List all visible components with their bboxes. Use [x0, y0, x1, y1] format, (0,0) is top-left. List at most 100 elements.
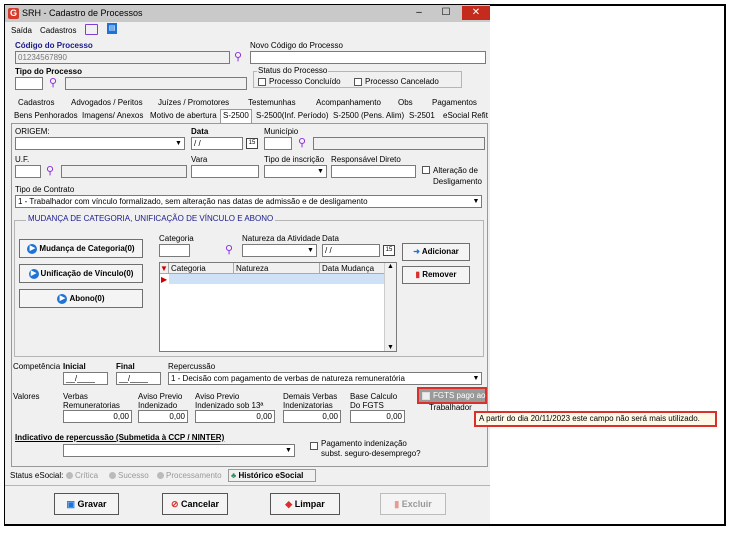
search-icon[interactable]: ⚲: [47, 77, 59, 89]
pagamento-label: Pagamento indenização subst. seguro-dese…: [321, 439, 421, 458]
cancelado-checkbox[interactable]: [354, 78, 362, 86]
tab-advogados[interactable]: Advogados / Peritos: [69, 97, 145, 109]
uf-desc: [61, 165, 187, 178]
remover-label: Remover: [422, 270, 457, 279]
verbas-label: Verbas Remuneratorias: [63, 392, 120, 410]
historico-esocial-button[interactable]: ♣ Histórico eSocial: [228, 469, 316, 482]
data-label: Data: [191, 127, 209, 136]
final-label: Final: [116, 362, 135, 371]
aviso13-field[interactable]: 0,00: [195, 410, 275, 423]
concluido-checkbox[interactable]: [258, 78, 266, 86]
chevron-down-icon: ▼: [173, 138, 184, 149]
tipo-contrato-label: Tipo de Contrato: [15, 185, 75, 194]
gravar-button[interactable]: ▣ Gravar: [54, 493, 119, 515]
final-field[interactable]: __/____: [116, 372, 161, 385]
indicativo-select[interactable]: ▼: [63, 444, 295, 457]
cancel-icon: ⊘: [170, 499, 179, 509]
tipo-contrato-select[interactable]: 1 - Trabalhador com vínculo formalizado,…: [15, 195, 482, 208]
natureza-label: Natureza da Atividade: [242, 234, 321, 243]
tab-cadastros[interactable]: Cadastros: [16, 97, 56, 109]
tab-pagamentos[interactable]: Pagamentos: [430, 97, 479, 109]
tipo-processo-label: Tipo do Processo: [15, 67, 82, 76]
competencia-label: Competência: [13, 362, 61, 371]
mudanca-categoria-button[interactable]: ▶ Mudança de Categoria(0): [19, 239, 143, 258]
tab-juizes[interactable]: Juízes / Promotores: [156, 97, 231, 109]
novo-codigo-field[interactable]: [250, 51, 486, 64]
tab-s2500-pens[interactable]: S-2500 (Pens. Alim): [331, 110, 406, 122]
tabs-row-2: Bens Penhorados Imagens/ Anexos Motivo d…: [5, 109, 490, 123]
tab-motivo[interactable]: Motivo de abertura: [148, 110, 219, 122]
unificacao-vinculo-button[interactable]: ▶ Unificação de Vínculo(0): [19, 264, 143, 283]
repercussao-select[interactable]: 1 - Decisão com pagamento de verbas de n…: [168, 372, 482, 385]
tipo-processo-code[interactable]: [15, 77, 43, 90]
alteracao-checkbox[interactable]: [422, 166, 430, 174]
mudanca-data-field[interactable]: / /: [322, 244, 380, 257]
tab-s2501[interactable]: S-2501: [407, 110, 437, 122]
search-icon[interactable]: ⚲: [296, 137, 308, 149]
menu-cadastros[interactable]: Cadastros: [40, 26, 76, 35]
status-esocial-label: Status eSocial:: [10, 471, 64, 480]
menu-saida[interactable]: Saída: [11, 26, 32, 35]
municipio-desc: [313, 137, 485, 150]
tab-testemunhas[interactable]: Testemunhas: [246, 97, 298, 109]
tab-s2500-periodo[interactable]: S-2500(Inf. Período): [254, 110, 330, 122]
base-fgts-label: Base Calculo Do FGTS: [350, 392, 398, 410]
limpar-button[interactable]: ◆ Limpar: [270, 493, 340, 515]
search-icon[interactable]: ⚲: [44, 165, 56, 177]
fgts-label: FGTS pago ao: [433, 391, 486, 400]
pagamento-checkbox[interactable]: [310, 442, 318, 450]
fgts-checkbox[interactable]: [422, 392, 430, 400]
adicionar-label: Adicionar: [421, 247, 459, 256]
tab-s2500[interactable]: S-2500: [220, 109, 252, 123]
codigo-field[interactable]: 01234567890: [15, 51, 230, 64]
uf-code[interactable]: [15, 165, 41, 178]
tipo-inscricao-select[interactable]: ▼: [264, 165, 327, 178]
tipo-processo-desc: [65, 77, 247, 90]
table-row[interactable]: [169, 274, 384, 284]
tab-acompanhamento[interactable]: Acompanhamento: [314, 97, 383, 109]
search-icon[interactable]: ⚲: [232, 51, 244, 63]
adicionar-button[interactable]: ➜ Adicionar: [402, 243, 470, 261]
title-bar: G SRH - Cadastro de Processos – ☐ ✕: [5, 5, 490, 22]
origem-select[interactable]: ▼: [15, 137, 185, 150]
chevron-down-icon[interactable]: ▼: [471, 373, 481, 384]
base-fgts-field[interactable]: 0,00: [350, 410, 405, 423]
calendar-icon[interactable]: 15: [383, 245, 395, 256]
tab-esocial-refit[interactable]: eSocial Refit: [441, 110, 490, 122]
minimize-button[interactable]: –: [406, 6, 432, 20]
vara-field[interactable]: [191, 165, 259, 178]
tab-obs[interactable]: Obs: [396, 97, 415, 109]
remover-button[interactable]: ▮ Remover: [402, 266, 470, 284]
abono-label: Abono(0): [69, 294, 105, 303]
natureza-select[interactable]: ▼: [242, 244, 317, 257]
grid-scrollbar[interactable]: ▲ ▼: [384, 263, 396, 351]
close-button[interactable]: ✕: [462, 6, 490, 20]
mudanca-grid[interactable]: ▼ Categoria Natureza Data Mudança ▶ ▲ ▼: [159, 262, 397, 352]
data-field[interactable]: / /: [191, 137, 243, 150]
fgts-label-line2: Trabalhador: [429, 403, 472, 412]
inicial-field[interactable]: __/____: [63, 372, 108, 385]
arrow-right-icon: ➜: [413, 247, 420, 256]
tab-bens[interactable]: Bens Penhorados: [12, 110, 80, 122]
search-icon[interactable]: ⚲: [223, 244, 235, 256]
cancelar-button[interactable]: ⊘ Cancelar: [162, 493, 228, 515]
unificacao-vinculo-label: Unificação de Vínculo(0): [40, 269, 134, 278]
calendar-icon[interactable]: 15: [246, 138, 258, 149]
categoria-code[interactable]: [159, 244, 190, 257]
maximize-button[interactable]: ☐: [433, 6, 459, 20]
alteracao-label: Alteração de Desligamento: [433, 166, 482, 186]
verbas-field[interactable]: 0,00: [63, 410, 132, 423]
municipio-code[interactable]: [264, 137, 292, 150]
radio-icon: [109, 472, 116, 480]
demais-field[interactable]: 0,00: [283, 410, 341, 423]
cancelar-label: Cancelar: [181, 499, 220, 509]
responsavel-field[interactable]: [331, 165, 416, 178]
tab-imagens[interactable]: Imagens/ Anexos: [80, 110, 145, 122]
aviso-field[interactable]: 0,00: [138, 410, 188, 423]
monitor-icon[interactable]: [85, 24, 98, 35]
chevron-down-icon[interactable]: ▼: [471, 196, 481, 207]
grid-header-categoria: Categoria: [169, 263, 234, 274]
chevron-down-icon: ▼: [283, 445, 294, 456]
abono-button[interactable]: ▶ Abono(0): [19, 289, 143, 308]
report-icon[interactable]: ▤: [107, 23, 117, 34]
